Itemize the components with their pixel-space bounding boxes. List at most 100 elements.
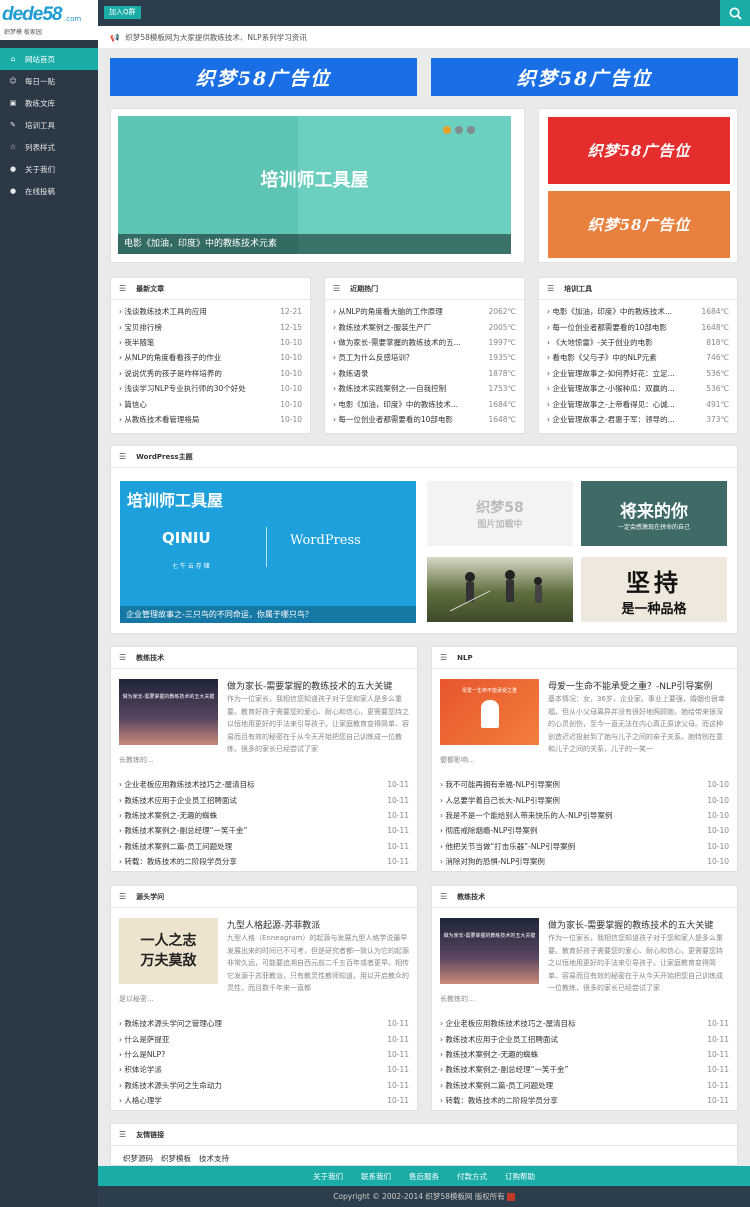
- list-item-title[interactable]: › 企业管理故事之-如何养好花：立足...: [547, 368, 675, 379]
- list-item-title[interactable]: › 教练技术应用于企业员工招聘面试: [119, 795, 237, 806]
- wordpress-feature-image[interactable]: 培训师工具屋 QINIU 七 牛 云 存 储 WordPress 企业管理故事之…: [120, 481, 416, 623]
- list-item-title[interactable]: › 《大地惊雷》-关于创业的电影: [547, 337, 653, 348]
- article-thumbnail[interactable]: 一人之志 万夫莫敌: [119, 918, 218, 984]
- list-item[interactable]: › 人总要学着自己长大-NLP引导案例 10-10: [440, 792, 729, 807]
- list-item[interactable]: › 什么是萨提亚 10-11: [119, 1031, 409, 1046]
- list-item-title[interactable]: › 说说优秀的孩子是咋样培养的: [119, 368, 222, 379]
- slider-dot[interactable]: [443, 126, 451, 134]
- list-item-title[interactable]: › 教练技术案例二篇-员工问题处理: [440, 1080, 553, 1091]
- list-item-title[interactable]: › 浅谈教练技术工具的应用: [119, 306, 207, 317]
- list-item[interactable]: › 转载：教练技术的二阶段学员分享 10-11: [440, 1093, 729, 1108]
- list-item-title[interactable]: › 转载：教练技术的二阶段学员分享: [440, 1095, 558, 1106]
- list-item-title[interactable]: › 教练技术案例二篇-员工问题处理: [119, 841, 232, 852]
- list-item[interactable]: › 企业管理故事之-上帝看得见：心诚... 491℃: [547, 396, 729, 411]
- friend-link[interactable]: 织梦源码: [123, 1153, 153, 1164]
- list-item[interactable]: › 教练技术应用于企业员工招聘面试 10-11: [440, 1031, 729, 1046]
- list-item-title[interactable]: › 做为家长-需要掌握的教练技术的五...: [333, 337, 461, 348]
- sidebar-item-library[interactable]: ▣ 教练文库: [0, 92, 98, 114]
- list-item[interactable]: › 彻底戒除烟瘾-NLP引导案例 10-10: [440, 823, 729, 838]
- list-item[interactable]: › 做为家长-需要掌握的教练技术的五... 1997℃: [333, 335, 516, 350]
- footer-link-help[interactable]: 订购帮助: [505, 1171, 535, 1182]
- list-item[interactable]: › 我不可能再拥有幸福-NLP引导案例 10-10: [440, 777, 729, 792]
- list-item[interactable]: › 浅谈学习NLP专业执行师的30个好处 10-10: [119, 381, 302, 396]
- list-item[interactable]: › 企业管理故事之-如何养好花：立足... 536℃: [547, 366, 729, 381]
- thumb-future-you[interactable]: 将来的你 一定会感激现在拼命的自己: [581, 481, 727, 546]
- list-item-title[interactable]: › 教练技术案例之-无趣的蜘蛛: [440, 1049, 538, 1060]
- list-item-title[interactable]: › 教练技术源头学问之生命动力: [119, 1080, 222, 1091]
- list-item[interactable]: › 每一位创业者都需要看的10部电影 1648℃: [547, 319, 729, 334]
- sidebar-item-list-style[interactable]: ☆ 列表样式: [0, 136, 98, 158]
- list-item-title[interactable]: › 每一位创业者都需要看的10部电影: [333, 414, 453, 425]
- list-item-title[interactable]: › 消除对狗的恐惧-NLP引导案例: [440, 856, 545, 867]
- thumb-persist[interactable]: 坚持 是一种品格: [581, 557, 727, 622]
- list-item-title[interactable]: › 彻底戒除烟瘾-NLP引导案例: [440, 825, 537, 836]
- slider-dot[interactable]: [455, 126, 463, 134]
- list-item-title[interactable]: › 企业老板应用教练技术技巧之-屋清目标: [119, 779, 255, 790]
- article-title[interactable]: 做为家长-需要掌握的教练技术的五大关键: [227, 679, 392, 692]
- list-item-title[interactable]: › 员工为什么反感培训？: [333, 352, 413, 363]
- list-item-title[interactable]: › 企业老板应用教练技术技巧之-屋清目标: [440, 1018, 576, 1029]
- list-item-title[interactable]: › 人总要学着自己长大-NLP引导案例: [440, 795, 560, 806]
- list-item[interactable]: › 说说优秀的孩子是咋样培养的 10-10: [119, 366, 302, 381]
- list-item[interactable]: › 宝贝排行榜 12-15: [119, 319, 302, 334]
- list-item[interactable]: › 教练技术案例之-副总经理“一笑千金” 10-11: [119, 823, 409, 838]
- list-item[interactable]: › 教练技术案例之-无趣的蜘蛛 10-11: [440, 1047, 729, 1062]
- search-button[interactable]: [720, 0, 750, 26]
- list-item-title[interactable]: › 企业管理故事之-君惠于军：领导的...: [547, 414, 675, 425]
- list-item[interactable]: › 从NLP的角度看看孩子的作业 10-10: [119, 350, 302, 365]
- list-item[interactable]: › 教练技术案例之-无趣的蜘蛛 10-11: [119, 808, 409, 823]
- slider-image[interactable]: 培训师工具屋 电影《加油，印度》中的教练技术元素: [118, 116, 511, 254]
- article-thumbnail[interactable]: 做为家长-需要掌握的教练技术的五大关键: [440, 918, 539, 984]
- sidebar-item-about[interactable]: ● 关于我们: [0, 158, 98, 180]
- article-thumbnail[interactable]: 母爱一生命不能承受之重: [440, 679, 539, 745]
- list-item[interactable]: › 教练语录 1878℃: [333, 366, 516, 381]
- list-item-title[interactable]: › 浅谈学习NLP专业执行师的30个好处: [119, 383, 246, 394]
- list-item-title[interactable]: › 教练技术案例之-副总经理“一笑千金”: [119, 825, 247, 836]
- list-item[interactable]: › 教练技术案例二篇-员工问题处理 10-11: [440, 1078, 729, 1093]
- list-item-title[interactable]: › 转载：教练技术的二阶段学员分享: [119, 856, 237, 867]
- list-item[interactable]: › 教练技术应用于企业员工招聘面试 10-11: [119, 792, 409, 807]
- article-title[interactable]: 母爱一生命不能承受之重？-NLP引导案例: [548, 679, 712, 692]
- list-item[interactable]: › 我是不是一个能给别人带来快乐的人-NLP引导案例 10-10: [440, 808, 729, 823]
- join-qq-button[interactable]: 加入Q群: [104, 6, 141, 19]
- feature-caption[interactable]: 企业管理故事之-三只鸟的不同命运，你属于哪只鸟？: [120, 606, 416, 623]
- friend-link[interactable]: 技术支持: [199, 1153, 229, 1164]
- list-item[interactable]: › 看电影《父与子》中的NLP元素 746℃: [547, 350, 729, 365]
- side-ad-1[interactable]: 织梦58广告位: [548, 117, 730, 184]
- list-item-title[interactable]: › 电影《加油，印度》中的教练技术...: [333, 399, 458, 410]
- list-item[interactable]: › 消除对狗的恐惧-NLP引导案例 10-10: [440, 854, 729, 869]
- list-item-title[interactable]: › 企业管理故事之-上帝看得见：心诚...: [547, 399, 675, 410]
- list-item[interactable]: › 教练技术案例之-服装生产厂 2005℃: [333, 319, 516, 334]
- article-thumbnail[interactable]: 做为家长-需要掌握的教练技术的五大关键: [119, 679, 218, 745]
- ad-banner-right[interactable]: 织梦58广告位: [431, 58, 738, 96]
- sidebar-item-home[interactable]: ⌂ 网站首页: [0, 48, 98, 70]
- list-item[interactable]: › 浅谈教练技术工具的应用 12-21: [119, 304, 302, 319]
- list-item-title[interactable]: › 从教练技术看管理格局: [119, 414, 199, 425]
- list-item-title[interactable]: › 教练技术实践案例之-一自我控制: [333, 383, 446, 394]
- list-item[interactable]: › 积体论学派 10-11: [119, 1062, 409, 1077]
- list-item-title[interactable]: › 教练技术案例之-无趣的蜘蛛: [119, 810, 217, 821]
- slide-caption[interactable]: 电影《加油，印度》中的教练技术元素: [118, 234, 511, 254]
- side-ad-2[interactable]: 织梦58广告位: [548, 191, 730, 258]
- list-item-title[interactable]: › 教练技术应用于企业员工招聘面试: [440, 1034, 558, 1045]
- list-item[interactable]: › 《大地惊雷》-关于创业的电影 818℃: [547, 335, 729, 350]
- list-item[interactable]: › 企业老板应用教练技术技巧之-屋清目标 10-11: [119, 777, 409, 792]
- list-item-title[interactable]: › 从NLP的角度看看孩子的作业: [119, 352, 221, 363]
- list-item[interactable]: › 从教练技术看管理格局 10-10: [119, 412, 302, 427]
- footer-link-contact[interactable]: 联系我们: [361, 1171, 391, 1182]
- footer-link-about[interactable]: 关于我们: [313, 1171, 343, 1182]
- list-item-title[interactable]: › 什么是NLP?: [119, 1049, 165, 1060]
- sidebar-item-daily[interactable]: ☺ 每日一贴: [0, 70, 98, 92]
- list-item-title[interactable]: › 他把关节当做“打击乐器”-NLP引导案例: [440, 841, 575, 852]
- list-item-title[interactable]: › 电影《加油，印度》中的教练技术...: [547, 306, 672, 317]
- list-item-title[interactable]: › 从NLP的角度看大脑的工作原理: [333, 306, 443, 317]
- list-item-title[interactable]: › 教练技术案例之-服装生产厂: [333, 322, 431, 333]
- list-item-title[interactable]: › 教练语录: [333, 368, 368, 379]
- footer-link-payment[interactable]: 付款方式: [457, 1171, 487, 1182]
- list-item[interactable]: › 教练技术实践案例之-一自我控制 1753℃: [333, 381, 516, 396]
- list-item-title[interactable]: › 宝贝排行榜: [119, 322, 162, 333]
- list-item-title[interactable]: › 教练技术案例之-副总经理“一笑千金”: [440, 1064, 568, 1075]
- list-item[interactable]: › 从NLP的角度看大脑的工作原理 2062℃: [333, 304, 516, 319]
- list-item[interactable]: › 教练技术案例之-副总经理“一笑千金” 10-11: [440, 1062, 729, 1077]
- thumb-photo[interactable]: [427, 557, 573, 622]
